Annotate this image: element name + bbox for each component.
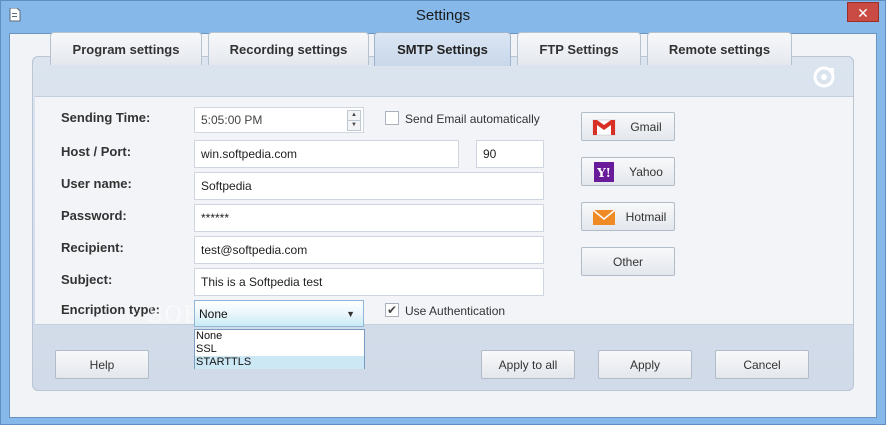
other-label: Other bbox=[612, 255, 643, 269]
tab-remote-settings[interactable]: Remote settings bbox=[647, 32, 792, 65]
title-bar: Settings ✕ bbox=[1, 1, 885, 33]
encryption-selected-value: None bbox=[199, 307, 228, 321]
tab-ftp-settings[interactable]: FTP Settings bbox=[517, 32, 641, 65]
sending-time-value: 5:05:00 PM bbox=[201, 113, 263, 127]
encryption-label: Encription type: bbox=[61, 302, 160, 317]
password-label: Password: bbox=[61, 208, 127, 223]
send-email-auto-checkbox[interactable] bbox=[385, 111, 399, 125]
tab-smtp-settings[interactable]: SMTP Settings bbox=[374, 32, 511, 66]
svg-text:Y!: Y! bbox=[596, 166, 611, 180]
sending-time-label: Sending Time: bbox=[61, 110, 151, 125]
time-spinner[interactable]: ▲ ▼ bbox=[347, 110, 361, 131]
cancel-button[interactable]: Cancel bbox=[715, 350, 809, 379]
refresh-icon[interactable] bbox=[812, 65, 836, 89]
port-input[interactable]: 90 bbox=[476, 140, 544, 168]
subject-label: Subject: bbox=[61, 272, 113, 287]
tab-program-settings[interactable]: Program settings bbox=[50, 32, 202, 65]
send-email-auto-label: Send Email automatically bbox=[405, 112, 540, 126]
hotmail-button[interactable]: Hotmail bbox=[581, 202, 675, 231]
spin-down-icon[interactable]: ▼ bbox=[348, 121, 360, 130]
close-button[interactable]: ✕ bbox=[847, 2, 879, 22]
window-title: Settings bbox=[415, 7, 471, 24]
dropdown-option-starttls[interactable]: STARTTLS bbox=[195, 356, 364, 369]
username-label: User name: bbox=[61, 176, 132, 191]
spin-up-icon[interactable]: ▲ bbox=[348, 111, 360, 121]
dropdown-option-none[interactable]: None bbox=[195, 330, 364, 343]
encryption-dropdown-list: None SSL STARTTLS bbox=[194, 329, 365, 369]
recipient-input[interactable]: test@softpedia.com bbox=[194, 236, 544, 264]
sending-time-input[interactable]: 5:05:00 PM ▲ ▼ bbox=[194, 107, 364, 133]
use-auth-checkbox[interactable]: ✔ bbox=[385, 303, 399, 317]
chevron-down-icon[interactable]: ▼ bbox=[346, 301, 355, 327]
username-input[interactable]: Softpedia bbox=[194, 172, 544, 200]
dropdown-option-ssl[interactable]: SSL bbox=[195, 343, 364, 356]
yahoo-button[interactable]: Y! Yahoo bbox=[581, 157, 675, 186]
gmail-icon bbox=[592, 119, 616, 136]
password-input[interactable]: ****** bbox=[194, 204, 544, 232]
yahoo-icon: Y! bbox=[594, 162, 614, 182]
tab-recording-settings[interactable]: Recording settings bbox=[208, 32, 369, 65]
apply-to-all-button[interactable]: Apply to all bbox=[481, 350, 575, 379]
recipient-label: Recipient: bbox=[61, 240, 124, 255]
help-button[interactable]: Help bbox=[55, 350, 149, 379]
encryption-select[interactable]: None ▼ bbox=[194, 300, 364, 327]
gmail-button[interactable]: Gmail bbox=[581, 112, 675, 141]
subject-input[interactable]: This is a Softpedia test bbox=[194, 268, 544, 296]
host-input[interactable]: win.softpedia.com bbox=[194, 140, 459, 168]
yahoo-label: Yahoo bbox=[629, 165, 663, 179]
hotmail-icon bbox=[592, 209, 616, 225]
other-button[interactable]: Other bbox=[581, 247, 675, 276]
gmail-label: Gmail bbox=[630, 120, 662, 134]
host-port-label: Host / Port: bbox=[61, 144, 132, 159]
settings-window: Settings ✕ Program settings Recording se… bbox=[0, 0, 886, 425]
hotmail-label: Hotmail bbox=[625, 210, 667, 224]
use-auth-label: Use Authentication bbox=[405, 304, 506, 318]
apply-button[interactable]: Apply bbox=[598, 350, 692, 379]
